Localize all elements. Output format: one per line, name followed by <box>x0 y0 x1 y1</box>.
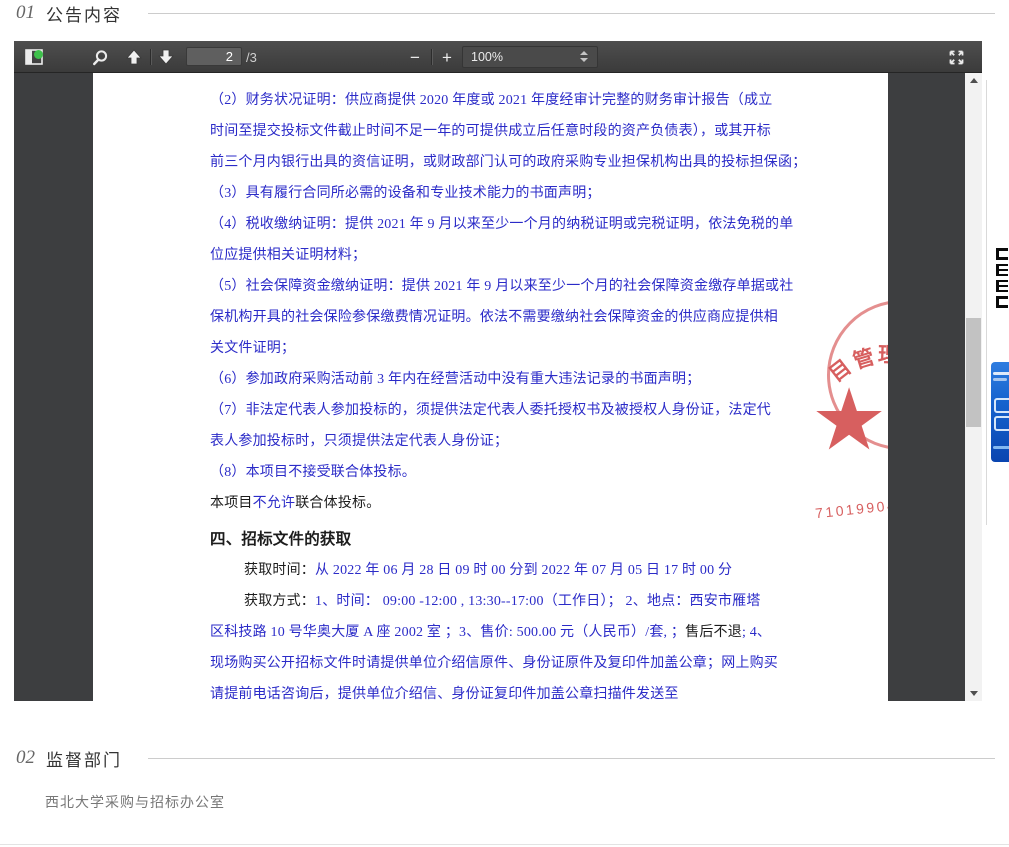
zoom-level-value: 100% <box>471 50 503 64</box>
document-line: （2）财务状况证明：供应商提供 2020 年度或 2021 年度经审计完整的财务… <box>210 85 776 116</box>
document-heading: 四、招标文件的获取 <box>210 525 776 555</box>
pdf-toolbar: /3 − + 100% <box>14 41 982 73</box>
document-line: （6）参加政府采购活动前 3 年内在经营活动中没有重大违法记录的书面声明； <box>210 364 776 395</box>
zoom-out-icon: − <box>410 49 420 66</box>
section-title-announcement: 公告内容 <box>46 1 122 26</box>
stamp-arc-char: 目 <box>822 352 857 389</box>
document-line: 表人参加投标时，只须提供法定代表人身份证； <box>210 426 776 457</box>
search-icon <box>92 49 109 66</box>
banner-decoration <box>993 446 1009 449</box>
stamp-arc-char: 管 <box>849 341 878 376</box>
document-line: 现场购买公开招标文件时请提供单位介绍信原件、身份证原件及复印件加盖公章；网上购买 <box>210 648 776 679</box>
document-line: （3）具有履行合同所必需的设备和专业技术能力的书面声明； <box>210 178 776 209</box>
clipped-text-fragment <box>996 264 1008 276</box>
clipped-text-fragment <box>996 248 1008 260</box>
document-line: （4）税收缴纳证明：提供 2021 年 9 月以来至少一个月的纳税证明或完税证明… <box>210 209 776 240</box>
document-line: （7）非法定代表人参加投标的，须提供法定代表人委托授权书及被授权人身份证，法定代 <box>210 395 776 426</box>
scroll-down-icon <box>970 691 978 696</box>
stamp-circle <box>827 300 888 450</box>
banner-decoration <box>993 372 1009 375</box>
clipped-text-fragment <box>996 280 1008 292</box>
zoom-level-select[interactable]: 100% <box>462 46 598 68</box>
document-line: 区科技路 10 号华奥大厦 A 座 2002 室 ；3、售价: 500.00 元… <box>210 617 776 648</box>
previous-page-button[interactable] <box>122 45 146 69</box>
search-button[interactable] <box>88 45 112 69</box>
sidebar-toggle-button[interactable] <box>22 45 46 69</box>
clipped-text-fragment <box>996 296 1008 308</box>
pdf-page: （2）财务状况证明：供应商提供 2020 年度或 2021 年度经审计完整的财务… <box>93 73 888 701</box>
document-text: （2）财务状况证明：供应商提供 2020 年度或 2021 年度经审计完整的财务… <box>210 85 776 701</box>
document-line: 位应提供相关证明材料； <box>210 240 776 271</box>
pdf-scrollbar[interactable] <box>965 73 982 701</box>
section-number: 02 <box>16 747 35 769</box>
pdf-content-area: （2）财务状况证明：供应商提供 2020 年度或 2021 年度经审计完整的财务… <box>14 73 982 701</box>
document-line: 保机构开具的社会保险参保缴费情况证明。依法不需要缴纳社会保障资金的供应商应提供相 <box>210 302 776 333</box>
next-page-button[interactable] <box>154 45 178 69</box>
section-divider <box>148 758 995 759</box>
document-line: （5）社会保障资金缴纳证明：提供 2021 年 9 月以来至少一个月的社会保障资… <box>210 271 776 302</box>
document-line: 关文件证明； <box>210 333 776 364</box>
banner-decoration <box>994 398 1009 413</box>
official-stamp: ★ 目 管 理 71019904 <box>791 273 888 483</box>
scroll-up-icon <box>970 78 978 83</box>
scrollbar-thumb[interactable] <box>966 318 981 427</box>
page-count-label: /3 <box>246 50 257 65</box>
page-number-input[interactable] <box>186 47 242 66</box>
document-line: 获取时间：从 2022 年 06 月 28 日 09 时 00 分到 2022 … <box>210 555 776 586</box>
document-line: 前三个月内银行出具的资信证明，或财政部门认可的政府采购专业担保机构出具的投标担保… <box>210 147 776 178</box>
section-divider <box>148 13 995 14</box>
document-line: （8）本项目不接受联合体投标。 <box>210 457 776 488</box>
pdf-viewer: /3 − + 100% （2）财务 <box>14 41 982 701</box>
zoom-in-button[interactable]: + <box>435 45 459 69</box>
clipped-vertical-text <box>996 248 1008 308</box>
side-banner-button[interactable] <box>991 362 1009 462</box>
section-number: 01 <box>16 2 35 24</box>
toolbar-separator <box>150 49 151 65</box>
status-dot-icon <box>34 50 43 59</box>
select-arrows-icon <box>580 51 588 62</box>
section-header-announcement: 01 公告内容 <box>16 1 995 25</box>
scroll-down-button[interactable] <box>965 686 982 701</box>
document-line: 本项目不允许联合体投标。 <box>210 488 776 519</box>
document-line: 请提前电话咨询后，提供单位介绍信、身份证复印件加盖公章扫描件发送至 <box>210 679 776 701</box>
fullscreen-icon <box>948 49 965 66</box>
fullscreen-button[interactable] <box>944 45 968 69</box>
supervision-department-text: 西北大学采购与招标办公室 <box>45 792 225 812</box>
banner-decoration <box>994 416 1009 431</box>
toolbar-separator <box>431 49 432 65</box>
scroll-up-button[interactable] <box>965 73 982 88</box>
document-line: 时间至提交投标文件截止时间不足一年的可提供成立后任意时段的资产负债表），或其开标 <box>210 116 776 147</box>
document-line: 获取方式：1、时间： 09:00 -12:00 , 13:30--17:00（工… <box>210 586 776 617</box>
star-icon: ★ <box>815 383 883 459</box>
zoom-in-icon: + <box>442 49 452 66</box>
stamp-arc-char: 理 <box>877 339 888 370</box>
banner-decoration <box>993 378 1007 381</box>
section-header-supervision: 02 监督部门 <box>16 746 995 770</box>
page-up-icon <box>126 49 142 65</box>
bottom-divider <box>0 844 1009 845</box>
zoom-out-button[interactable]: − <box>403 45 427 69</box>
page-down-icon <box>158 49 174 65</box>
stamp-serial-number: 71019904 <box>814 497 888 522</box>
side-floating-panel <box>986 80 1009 525</box>
section-title-supervision: 监督部门 <box>46 746 122 771</box>
